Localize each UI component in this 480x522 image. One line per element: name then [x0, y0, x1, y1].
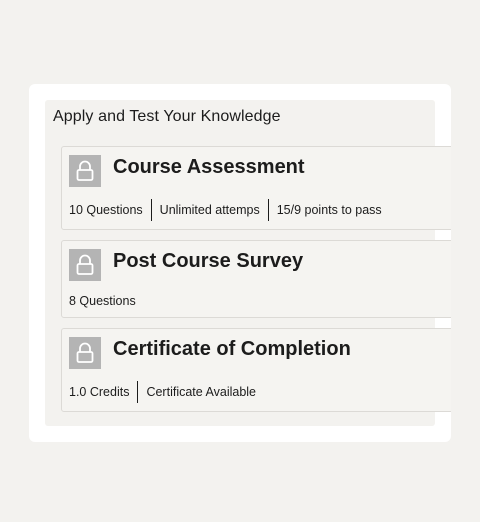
certificate-availability: Certificate Available	[137, 381, 264, 403]
post-course-survey-item[interactable]: Post Course Survey 8 Questions	[61, 240, 451, 318]
item-meta: 1.0 Credits Certificate Available	[69, 381, 264, 403]
lock-icon	[69, 249, 101, 281]
item-meta: 10 Questions Unlimited attemps 15/9 poin…	[69, 199, 390, 221]
question-count: 8 Questions	[69, 294, 136, 308]
lock-icon	[69, 155, 101, 187]
passing-points: 15/9 points to pass	[267, 199, 390, 221]
section-title: Apply and Test Your Knowledge	[53, 108, 281, 125]
item-meta: 8 Questions	[69, 290, 144, 312]
credits-info: 1.0 Credits	[69, 385, 130, 399]
course-assessment-item[interactable]: Course Assessment 10 Questions Unlimited…	[61, 146, 451, 230]
item-title: Certificate of Completion	[113, 338, 351, 360]
lock-icon	[69, 337, 101, 369]
knowledge-panel: Apply and Test Your Knowledge Course Ass…	[45, 100, 451, 426]
knowledge-card: Apply and Test Your Knowledge Course Ass…	[29, 84, 451, 442]
certificate-of-completion-item[interactable]: Certificate of Completion 1.0 Credits Ce…	[61, 328, 451, 412]
attempts-info: Unlimited attemps	[150, 199, 268, 221]
item-title: Post Course Survey	[113, 250, 304, 272]
item-title: Course Assessment	[113, 156, 305, 178]
question-count: 10 Questions	[69, 203, 143, 217]
